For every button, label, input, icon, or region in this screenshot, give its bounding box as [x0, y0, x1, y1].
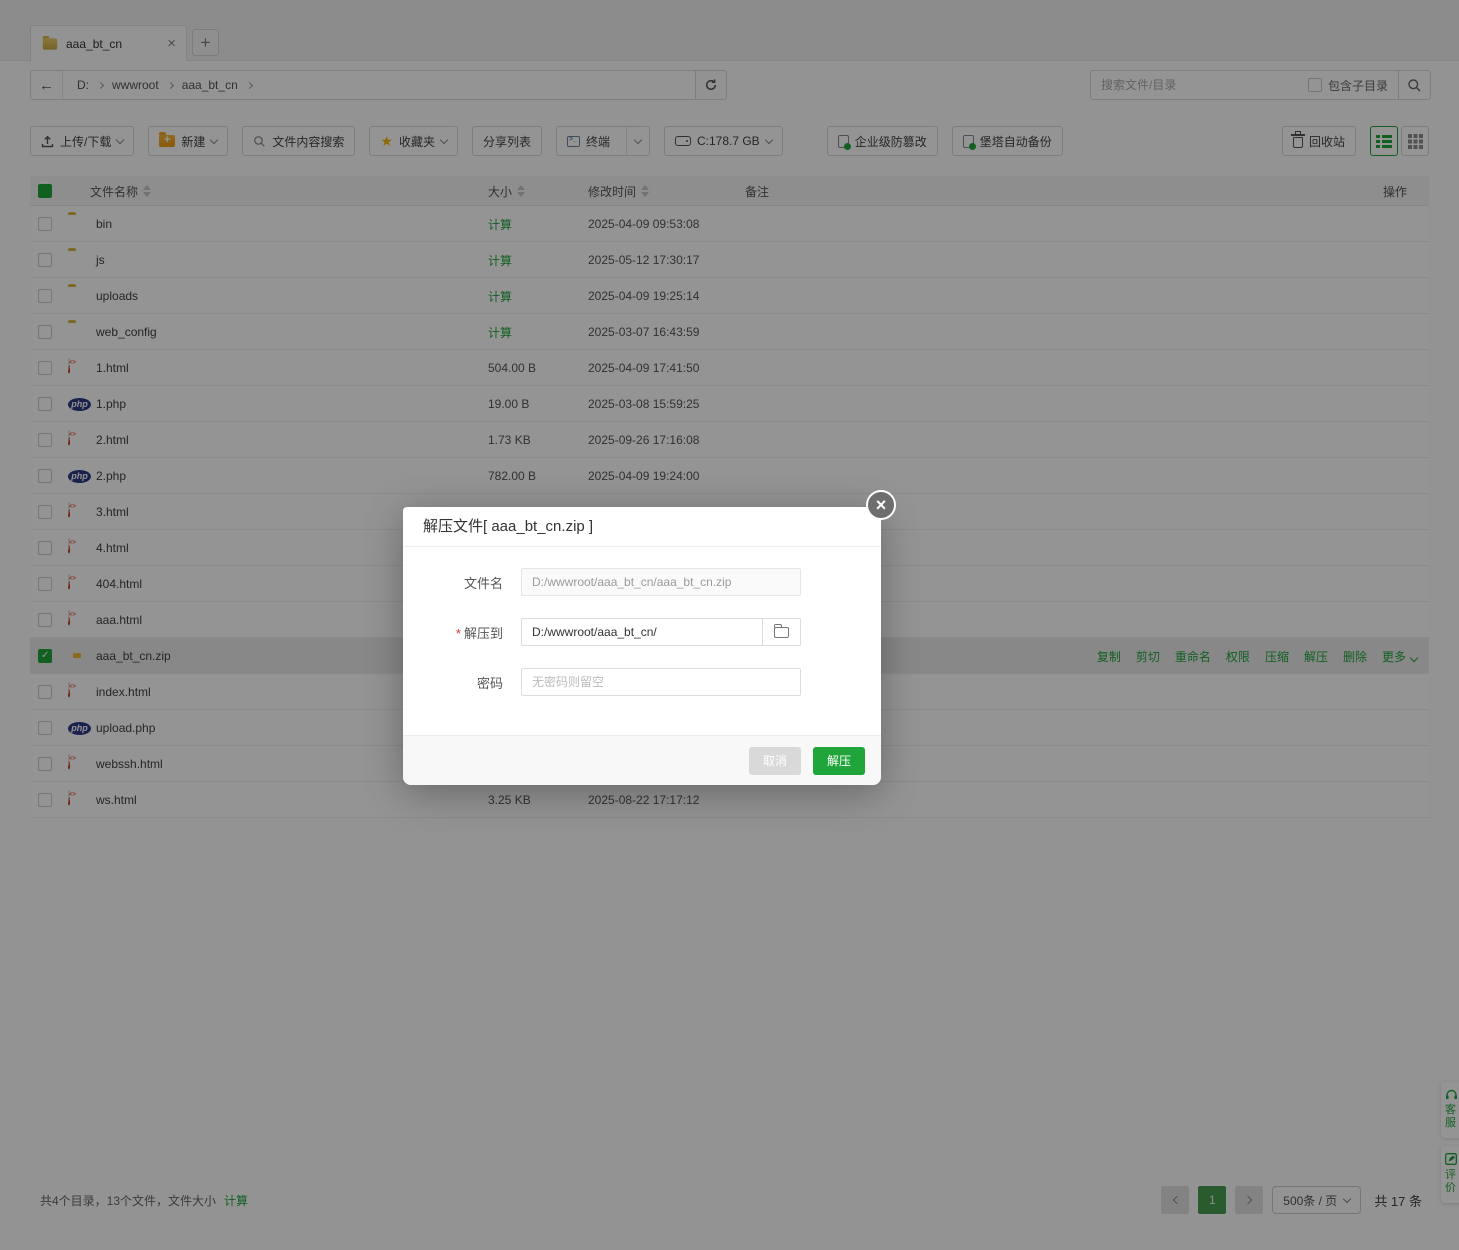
extract-to-label: 解压到 — [464, 626, 503, 641]
dialog-title: 解压文件[ aaa_bt_cn.zip ] — [403, 507, 881, 547]
cancel-button[interactable]: 取消 — [749, 747, 801, 775]
password-label: 密码 — [403, 673, 503, 692]
filename-field — [521, 568, 801, 596]
filename-label: 文件名 — [403, 573, 503, 592]
password-field[interactable] — [521, 668, 801, 696]
extract-dialog: 解压文件[ aaa_bt_cn.zip ] 文件名 *解压到 密码 — [403, 507, 881, 785]
file-manager-screen: aaa_bt_cn × + ← D: wwwroot aaa_bt_cn 包含子… — [0, 0, 1459, 1250]
folder-open-icon — [774, 627, 789, 638]
browse-folder-button[interactable] — [763, 618, 801, 646]
required-mark: * — [456, 626, 461, 641]
modal-close-button[interactable]: × — [866, 490, 896, 520]
extract-to-field[interactable] — [521, 618, 763, 646]
extract-button[interactable]: 解压 — [813, 747, 865, 775]
